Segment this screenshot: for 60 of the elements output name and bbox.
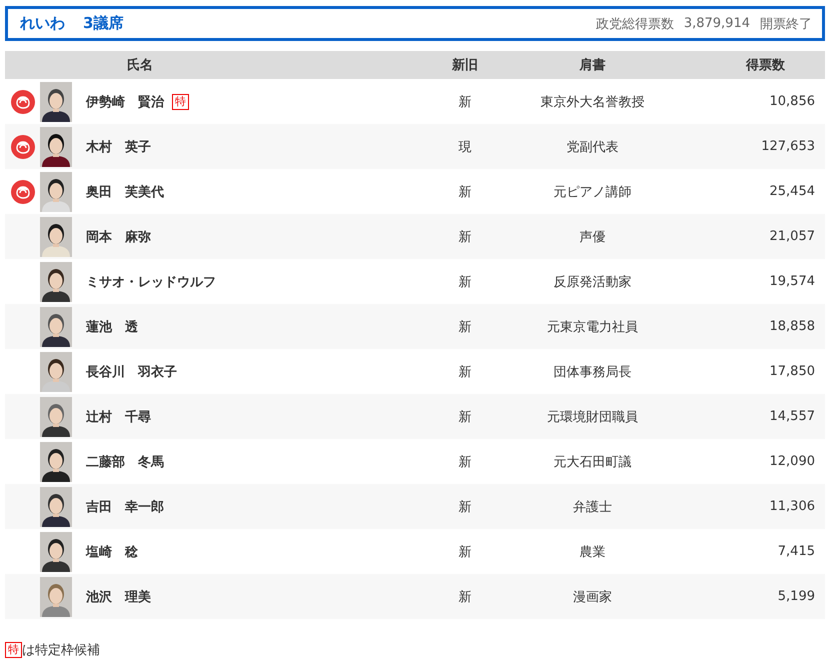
seat-count: 3議席 bbox=[83, 14, 124, 33]
legend-text: は特定枠候補 bbox=[22, 642, 100, 659]
candidate-name: 伊勢崎 賢治 bbox=[86, 94, 164, 110]
special-slot-badge: 特 bbox=[172, 94, 189, 110]
title-cell-text: 弁護士 bbox=[572, 498, 613, 516]
votes-cell-text: 17,850 bbox=[768, 364, 816, 379]
votes-cell-text: 127,653 bbox=[760, 139, 816, 154]
title-cell-text: 元東京電力社員 bbox=[546, 318, 639, 336]
title-cell-text: 反原発活動家 bbox=[552, 274, 632, 290]
votes-cell-text: 7,415 bbox=[776, 544, 816, 559]
status-cell-text: 新 bbox=[458, 454, 472, 470]
status-cell-text: 新 bbox=[458, 364, 472, 380]
candidate-name: 二藤部 冬馬 bbox=[86, 454, 164, 470]
votes-cell-text: 12,090 bbox=[768, 454, 816, 469]
title-cell-text: 東京外大名誉教授 bbox=[540, 94, 646, 110]
candidate-name: 蓮池 透 bbox=[86, 318, 138, 336]
status-cell-text: 新 bbox=[458, 184, 472, 200]
candidate-name: 塩崎 稔 bbox=[86, 544, 138, 560]
title-cell-text: 団体事務局長 bbox=[552, 364, 632, 380]
votes-cell-text: 19,574 bbox=[768, 274, 816, 289]
party-name: れいわ bbox=[20, 14, 65, 33]
candidate-name: 長谷川 羽衣子 bbox=[86, 364, 177, 380]
candidate-name: 吉田 幸一郎 bbox=[86, 498, 164, 516]
votes-cell-text: 14,557 bbox=[768, 409, 816, 424]
title-cell-text: 元大石田町議 bbox=[552, 454, 632, 470]
candidate-name: 岡本 麻弥 bbox=[86, 228, 151, 246]
status-cell-text: 新 bbox=[458, 588, 472, 606]
candidate-name: 木村 英子 bbox=[86, 138, 151, 156]
title-cell-text: 声優 bbox=[578, 228, 606, 246]
total-votes: 3,879,914 bbox=[684, 16, 750, 31]
count-status: 開票終了 bbox=[760, 16, 812, 32]
status-cell-text: 新 bbox=[458, 544, 472, 560]
column-header: 氏名 bbox=[126, 56, 154, 74]
status-cell-text: 新 bbox=[458, 408, 472, 426]
column-header: 得票数 bbox=[744, 57, 786, 74]
votes-cell-text: 25,454 bbox=[768, 184, 816, 199]
status-cell-text: 新 bbox=[458, 94, 472, 110]
special-slot-badge: 特 bbox=[5, 642, 22, 658]
title-cell-text: 党副代表 bbox=[566, 138, 620, 156]
candidate-name: 辻村 千尋 bbox=[86, 408, 151, 426]
candidate-name: 池沢 理美 bbox=[86, 588, 151, 606]
votes-cell-text: 21,057 bbox=[768, 229, 816, 244]
votes-cell-text: 11,306 bbox=[768, 499, 816, 514]
title-cell-text: 元ピアノ講師 bbox=[552, 184, 632, 200]
title-cell-text: 漫画家 bbox=[572, 588, 613, 606]
status-cell-text: 新 bbox=[458, 498, 472, 516]
votes-cell-text: 18,858 bbox=[768, 319, 816, 334]
status-cell-text: 現 bbox=[458, 138, 472, 156]
votes-cell-text: 10,856 bbox=[768, 94, 816, 109]
column-header: 新旧 bbox=[451, 56, 479, 74]
title-cell-text: 元環境財団職員 bbox=[546, 408, 639, 426]
status-cell-text: 新 bbox=[458, 228, 472, 246]
title-cell-text: 農業 bbox=[578, 544, 606, 560]
votes-cell-text: 5,199 bbox=[776, 589, 816, 604]
total-votes-label: 政党総得票数 bbox=[596, 16, 674, 32]
candidate-name: 奥田 芙美代 bbox=[86, 184, 164, 200]
status-cell-text: 新 bbox=[458, 318, 472, 336]
candidate-name: ミサオ・レッドウルフ bbox=[86, 274, 216, 290]
status-cell-text: 新 bbox=[458, 274, 472, 290]
column-header: 肩書 bbox=[578, 56, 606, 74]
